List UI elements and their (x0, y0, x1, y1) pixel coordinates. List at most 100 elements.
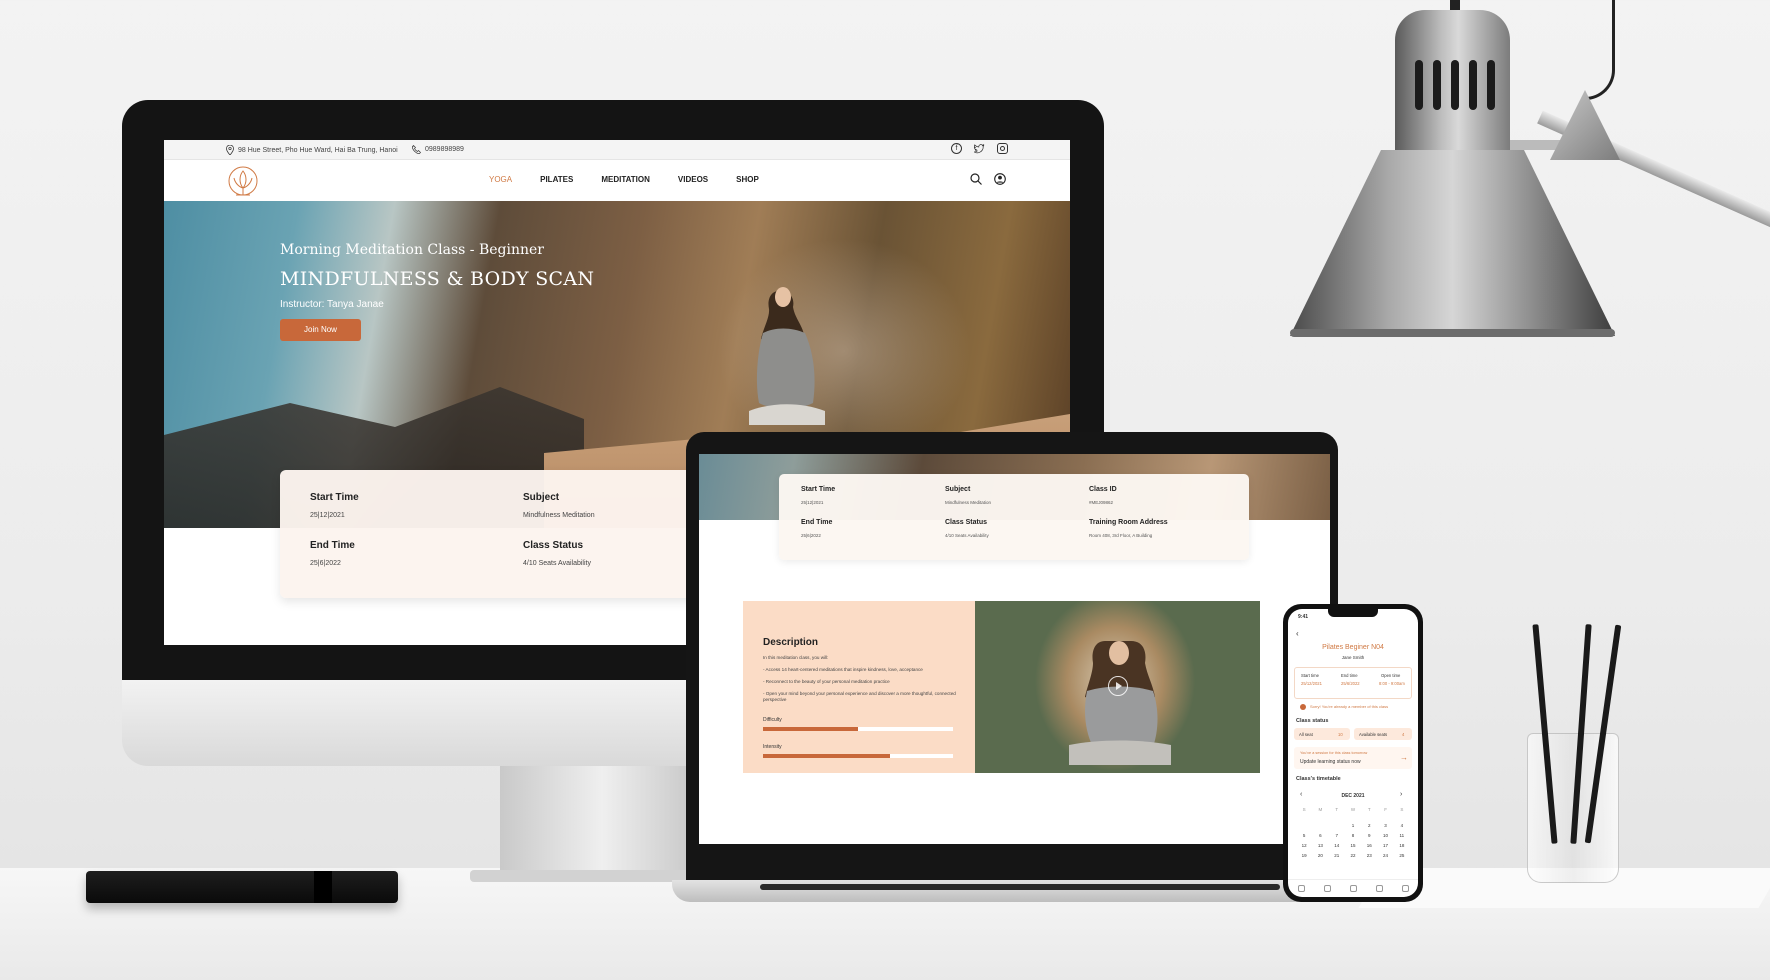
info-dot-icon (1300, 704, 1306, 710)
calendar-day[interactable]: 8 (1345, 833, 1361, 838)
hero-instructor: Instructor: Tanya Janae (280, 299, 384, 310)
lap-classid-cell: Class ID #MEJ09862 (1089, 486, 1117, 505)
class-status-heading: Class status (1296, 718, 1329, 724)
all-seat-value: 10 (1338, 731, 1343, 737)
next-month-icon[interactable]: › (1400, 791, 1402, 798)
start-time-cell: Start Time 25|12|2021 (310, 492, 359, 519)
calendar-day[interactable]: 1 (1345, 823, 1361, 828)
calendar-day[interactable]: 12 (1296, 843, 1312, 848)
address-block: 98 Hue Street, Pho Hue Ward, Hai Ba Trun… (226, 145, 398, 155)
end-time-value: 25|6|2022 (310, 560, 341, 567)
calendar-days: 1 2 3 4 5 6 7 8 9 10 11 12 13 14 15 16 17 18 19 20 21 22 23 24 2… (1296, 823, 1410, 858)
calendar-day[interactable]: 11 (1394, 833, 1410, 838)
calendar-day[interactable]: 10 (1377, 833, 1393, 838)
calendar-day[interactable]: 18 (1394, 843, 1410, 848)
weekday-label: F (1384, 807, 1387, 812)
nav-item-pilates[interactable]: PILATES (540, 175, 573, 184)
calendar-weekdays: SMTWTFS (1296, 807, 1410, 812)
calendar-day[interactable]: 17 (1377, 843, 1393, 848)
phone-start-value: 25/12/2021 (1301, 681, 1322, 686)
end-time-cell: End Time 25|6|2022 (310, 540, 355, 567)
weekday-label: M (1318, 807, 1323, 812)
user-account-icon[interactable] (994, 173, 1006, 185)
home-tab-icon[interactable] (1297, 885, 1305, 892)
calendar-day[interactable]: 9 (1361, 833, 1377, 838)
phone-time-box: Start time 25/12/2021 End time 25/6/2022… (1294, 667, 1412, 699)
class-status-label: Class Status (523, 540, 584, 551)
calendar-day[interactable]: 15 (1345, 843, 1361, 848)
join-now-button[interactable]: Join Now (280, 319, 361, 341)
nav-item-shop[interactable]: SHOP (736, 175, 759, 184)
arrow-right-icon[interactable]: → (1400, 753, 1408, 762)
play-video-icon[interactable] (1108, 676, 1128, 696)
calendar-day (1329, 823, 1345, 828)
phone-status-time: 9:41 (1298, 614, 1309, 620)
lap-room-label: Training Room Address (1089, 519, 1168, 526)
calendar-day[interactable]: 7 (1329, 833, 1345, 838)
phone-open-value: 8:00 - 9:00am (1379, 681, 1405, 686)
calendar-tab-icon[interactable] (1349, 885, 1357, 892)
difficulty-bar (763, 727, 953, 731)
nav-item-yoga[interactable]: YOGA (489, 175, 512, 184)
description-bullet-3: - Open your mind beyond your personal ex… (763, 691, 956, 702)
back-arrow-icon[interactable]: ‹ (1296, 629, 1299, 638)
calendar-day[interactable]: 2 (1361, 823, 1377, 828)
calendar-day[interactable]: 23 (1361, 853, 1377, 858)
lamp-shade (1290, 150, 1615, 336)
phone-tabbar (1288, 879, 1418, 897)
main-navbar: YOGA PILATES MEDITATION VIDEOS SHOP (164, 160, 1070, 201)
calendar-day[interactable]: 4 (1394, 823, 1410, 828)
calendar-day (1312, 823, 1328, 828)
start-time-label: Start Time (310, 492, 359, 503)
lamp-head (1395, 10, 1510, 160)
phone-block: 0989898989 (412, 145, 464, 154)
instagram-icon[interactable] (997, 143, 1008, 154)
description-bullet-1: - Access 14 heart-centered meditations t… (763, 667, 923, 672)
class-status-value: 4/10 Seats Availability (523, 560, 591, 567)
location-pin-icon (226, 145, 234, 155)
weekday-label: T (1335, 807, 1339, 812)
lap-end-cell: End Time 25|6|2022 (801, 519, 832, 538)
profile-tab-icon[interactable] (1401, 885, 1409, 892)
lap-start-cell: Start Time 25|12|2021 (801, 486, 835, 505)
lap-start-label: Start Time (801, 486, 836, 493)
calendar-day[interactable]: 6 (1312, 833, 1328, 838)
search-icon[interactable] (970, 173, 982, 185)
stats-tab-icon[interactable] (1375, 885, 1383, 892)
weekday-label: W (1350, 807, 1356, 812)
weekday-label: T (1367, 807, 1371, 812)
facebook-icon[interactable]: f (951, 143, 962, 154)
weekday-label: S (1302, 807, 1306, 812)
intensity-bar (763, 754, 953, 758)
class-status-cell: Class Status 4/10 Seats Availability (523, 540, 591, 567)
calendar-day[interactable]: 24 (1377, 853, 1393, 858)
meditating-woman-image (749, 287, 825, 425)
description-intro: In this meditation class, you will: (763, 655, 829, 660)
calendar-day[interactable]: 22 (1345, 853, 1361, 858)
twitter-icon[interactable] (974, 143, 985, 154)
timetable-heading: Class's timetable (1296, 776, 1341, 782)
nav-item-meditation[interactable]: MEDITATION (601, 175, 650, 184)
update-status-card[interactable]: You've a session for this class tomorrow… (1294, 747, 1412, 769)
calendar-day[interactable]: 5 (1296, 833, 1312, 838)
calendar-day[interactable]: 3 (1377, 823, 1393, 828)
nav-item-videos[interactable]: VIDEOS (678, 175, 708, 184)
calendar-day[interactable]: 19 (1296, 853, 1312, 858)
calendar-day[interactable]: 21 (1329, 853, 1345, 858)
phone-class-title: Pilates Beginer N04 (1322, 644, 1384, 651)
calendar-day[interactable]: 13 (1312, 843, 1328, 848)
phone-notch (1328, 609, 1378, 617)
class-video-thumbnail[interactable] (975, 601, 1260, 773)
available-seats-value: 4 (1402, 731, 1405, 737)
description-bullet-2: - Reconnect to the beauty of your person… (763, 679, 890, 684)
calendar-day[interactable]: 14 (1329, 843, 1345, 848)
weekday-label: S (1400, 807, 1404, 812)
play-tab-icon[interactable] (1323, 885, 1331, 892)
lotus-logo-icon[interactable] (227, 165, 259, 197)
calendar-day[interactable]: 20 (1312, 853, 1328, 858)
lap-classid-value: #MEJ09862 (1089, 500, 1114, 505)
phone-end-label: End time (1341, 673, 1358, 678)
lap-status-value: 4/10 Seats Availability (945, 533, 989, 538)
calendar-day[interactable]: 16 (1361, 843, 1377, 848)
calendar-day[interactable]: 25 (1394, 853, 1410, 858)
